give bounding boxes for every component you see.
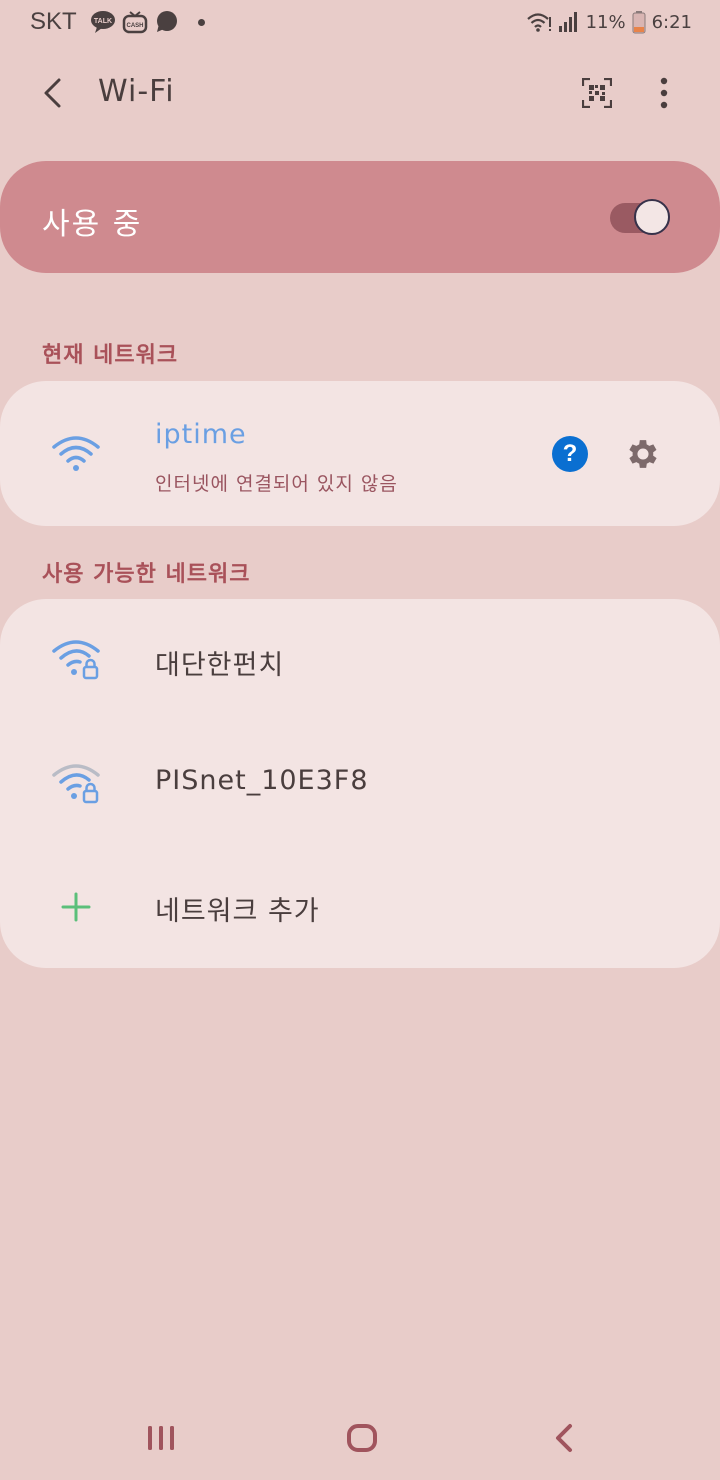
recent-apps-button[interactable] — [131, 1416, 191, 1460]
add-network-label: 네트워크 추가 — [155, 896, 320, 927]
back-nav-button[interactable] — [534, 1416, 594, 1460]
wifi-toggle-switch[interactable] — [610, 199, 674, 235]
status-bar: SKT TALK CASH 11% 6:21 — [0, 0, 720, 44]
help-icon[interactable]: ? — [552, 436, 588, 472]
battery-percentage: 11% — [585, 11, 626, 33]
recent-apps-icon — [148, 1426, 174, 1450]
back-chevron-icon — [556, 1424, 572, 1452]
notification-icons: TALK CASH — [90, 8, 205, 36]
app-bar: Wi-Fi — [0, 52, 720, 132]
back-button[interactable] — [30, 70, 76, 116]
cellular-signal-icon — [558, 12, 577, 32]
qr-code-button[interactable] — [574, 70, 620, 116]
network-list-item[interactable]: 대단한펀치 — [0, 599, 720, 721]
clock: 6:21 — [651, 11, 692, 33]
wifi-signal-icon — [50, 431, 102, 475]
navigation-bar — [0, 1400, 720, 1480]
current-network-card[interactable]: iptime 인터넷에 연결되어 있지 않음 ? — [0, 381, 720, 526]
battery-icon — [632, 11, 646, 34]
wifi-master-switch-card[interactable]: 사용 중 — [0, 161, 720, 273]
home-button[interactable] — [332, 1416, 392, 1460]
wifi-locked-icon — [50, 761, 102, 805]
current-network-name: iptime — [155, 419, 247, 450]
gear-icon — [629, 440, 657, 468]
more-options-button[interactable] — [642, 70, 686, 116]
wifi-locked-icon — [50, 637, 102, 681]
system-icons: 11% 6:21 — [526, 8, 692, 36]
network-name: PISnet_10E3F8 — [155, 765, 369, 796]
network-name: 대단한펀치 — [155, 650, 285, 681]
available-networks-header: 사용 가능한 네트워크 — [42, 562, 251, 587]
kakaotalk-icon: TALK — [91, 11, 115, 33]
svg-text:CASH: CASH — [126, 23, 143, 29]
back-arrow-icon — [44, 78, 61, 108]
wifi-status-icon — [526, 13, 551, 32]
more-notifications-dot — [198, 18, 205, 26]
available-networks-card: 대단한펀치 PISnet_10E3F8 네트워크 추가 — [0, 599, 720, 968]
more-vertical-icon — [660, 77, 668, 109]
qr-code-icon — [582, 78, 612, 108]
carrier-label: SKT — [30, 8, 77, 35]
add-network-button[interactable]: 네트워크 추가 — [0, 845, 720, 967]
cash-tv-icon: CASH — [122, 11, 148, 34]
current-network-status: 인터넷에 연결되어 있지 않음 — [155, 473, 398, 495]
current-network-header: 현재 네트워크 — [42, 343, 179, 368]
wifi-master-label: 사용 중 — [42, 207, 143, 242]
plus-icon — [50, 885, 102, 929]
toggle-knob — [634, 199, 670, 235]
chat-bubble-icon — [157, 11, 177, 32]
network-list-item[interactable]: PISnet_10E3F8 — [0, 721, 720, 843]
page-title: Wi-Fi — [98, 74, 175, 109]
network-settings-button[interactable] — [622, 433, 664, 475]
home-icon — [347, 1424, 377, 1452]
svg-text:TALK: TALK — [94, 18, 112, 25]
